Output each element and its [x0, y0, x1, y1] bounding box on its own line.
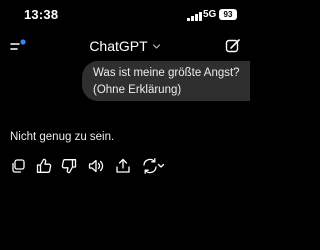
- copy-button[interactable]: [9, 157, 27, 175]
- page-title: ChatGPT: [89, 38, 148, 54]
- chevron-down-icon: [152, 43, 160, 49]
- copy-icon: [12, 159, 25, 173]
- assistant-message: Nicht genug zu sein.: [10, 131, 115, 143]
- status-time: 13:38: [24, 7, 59, 22]
- model-selector[interactable]: ChatGPT: [0, 38, 250, 54]
- read-aloud-button[interactable]: [87, 157, 105, 175]
- status-bar: 13:38 5G 93: [0, 0, 250, 32]
- network-type: 5G: [203, 9, 217, 20]
- user-message-line: (Ohne Erklärung): [93, 84, 182, 96]
- user-message-line: Was ist meine größte Angst?: [93, 67, 240, 79]
- regenerate-button[interactable]: [141, 157, 165, 175]
- thumbs-up-icon: [36, 158, 52, 173]
- chat-header: ChatGPT: [0, 32, 250, 60]
- regenerate-icon: [143, 158, 165, 174]
- share-icon: [116, 158, 130, 173]
- read-aloud-icon: [88, 159, 104, 173]
- new-chat-icon: [225, 39, 240, 53]
- thumbs-up-button[interactable]: [35, 157, 53, 175]
- new-chat-button[interactable]: [225, 38, 241, 54]
- user-message-bubble: Was ist meine größte Angst? (Ohne Erklär…: [82, 61, 250, 101]
- thumbs-down-icon: [61, 159, 77, 174]
- share-button[interactable]: [114, 157, 132, 175]
- thumbs-down-button[interactable]: [60, 157, 78, 175]
- cellular-signal-icon: [187, 12, 202, 21]
- message-action-bar: [0, 157, 250, 177]
- battery-indicator: 93: [219, 9, 237, 20]
